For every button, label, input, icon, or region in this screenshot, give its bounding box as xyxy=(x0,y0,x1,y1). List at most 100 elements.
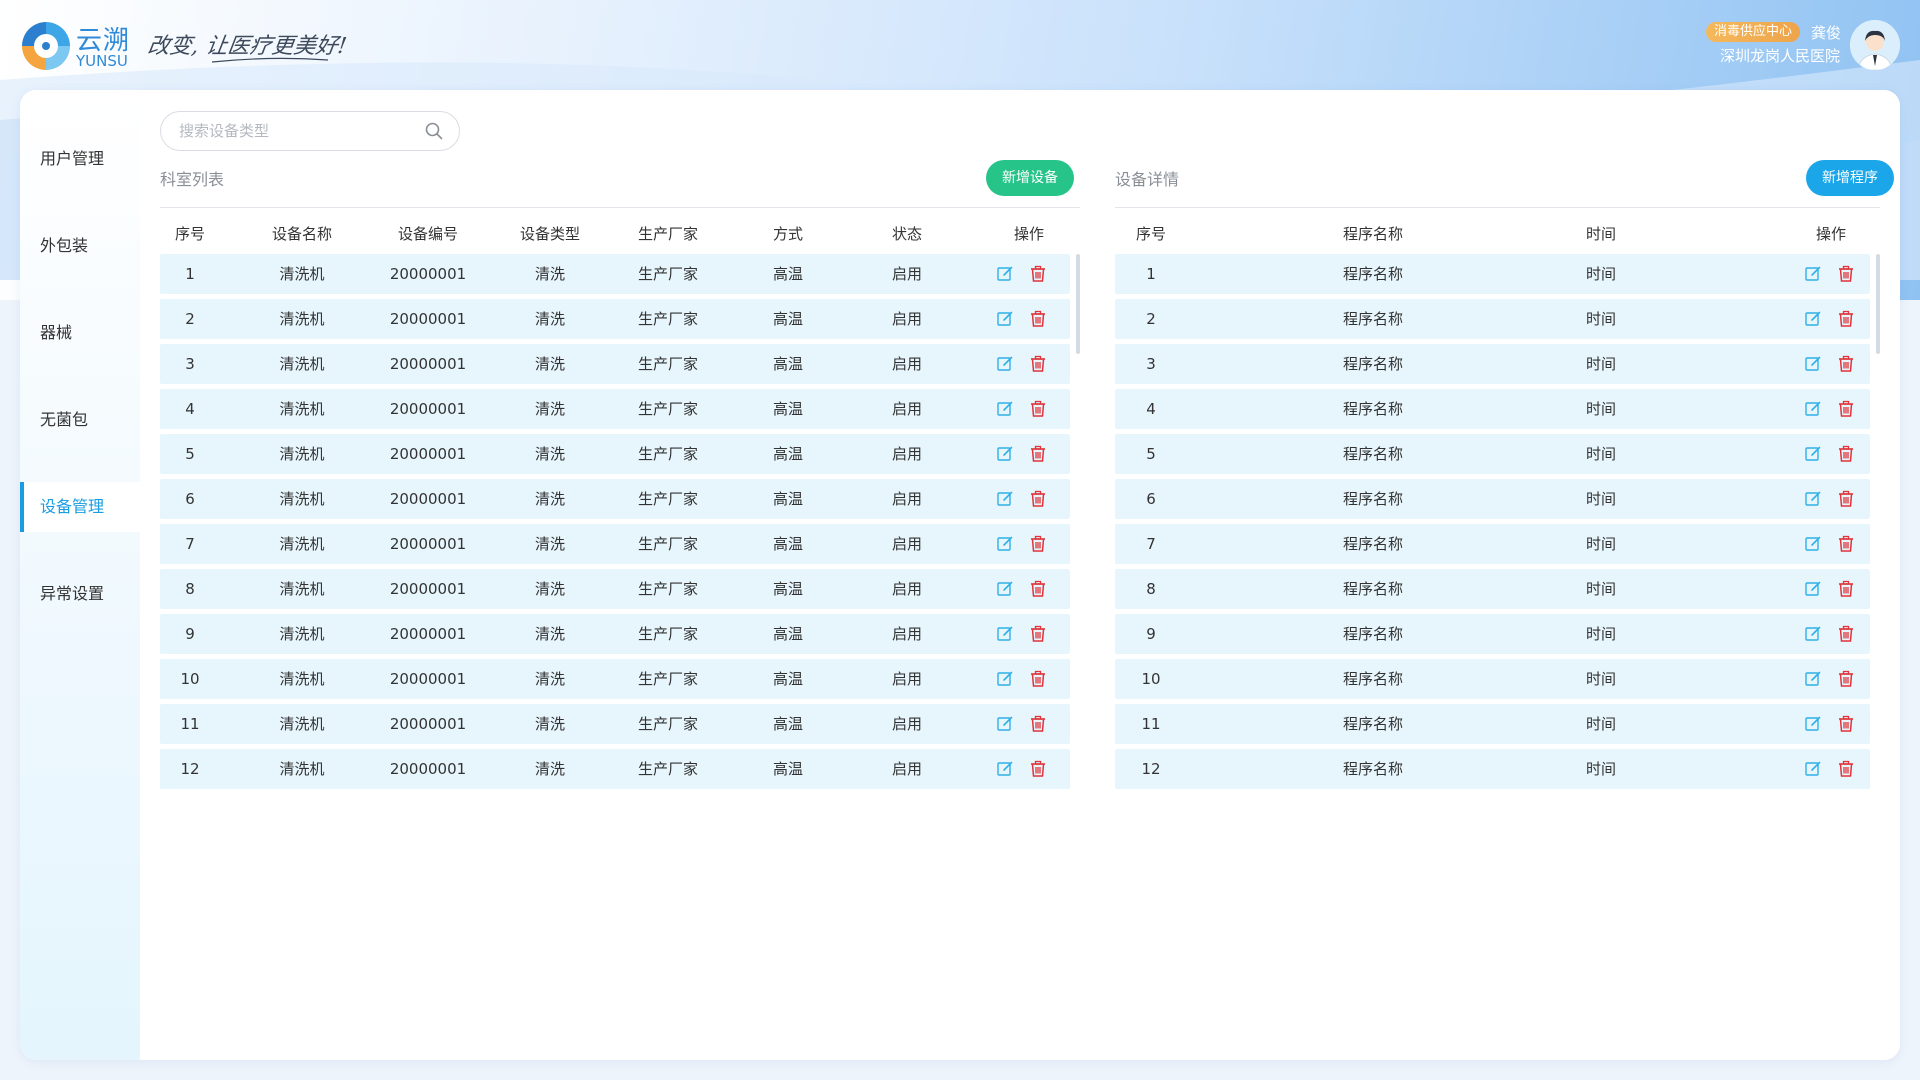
edit-icon[interactable] xyxy=(996,715,1014,733)
trash-icon[interactable] xyxy=(1837,535,1855,553)
add-program-button[interactable]: 新增程序 xyxy=(1806,160,1894,196)
edit-icon[interactable] xyxy=(996,490,1014,508)
sidebar-item-instruments[interactable]: 器械 xyxy=(20,308,140,358)
trash-icon[interactable] xyxy=(1837,670,1855,688)
table-row[interactable]: 2 清洗机 20000001 清洗 生产厂家 高温 启用 xyxy=(160,299,1070,339)
table-row[interactable]: 11 清洗机 20000001 清洗 生产厂家 高温 启用 xyxy=(160,704,1070,744)
trash-icon[interactable] xyxy=(1029,670,1047,688)
table-row[interactable]: 12 清洗机 20000001 清洗 生产厂家 高温 启用 xyxy=(160,749,1070,789)
column-header: 设备类型 xyxy=(519,225,581,243)
device-table-scrollbar[interactable] xyxy=(1076,254,1080,354)
trash-icon[interactable] xyxy=(1837,265,1855,283)
edit-icon[interactable] xyxy=(1804,310,1822,328)
table-row[interactable]: 4 程序名称 时间 xyxy=(1115,389,1870,429)
edit-icon[interactable] xyxy=(1804,580,1822,598)
trash-icon[interactable] xyxy=(1837,445,1855,463)
sidebar-item-outer-packaging[interactable]: 外包装 xyxy=(20,221,140,271)
edit-icon[interactable] xyxy=(996,535,1014,553)
table-cell-no: 10 xyxy=(1141,670,1161,688)
edit-icon[interactable] xyxy=(1804,355,1822,373)
table-cell-no: 5 xyxy=(1146,445,1156,463)
edit-icon[interactable] xyxy=(996,580,1014,598)
edit-icon[interactable] xyxy=(996,310,1014,328)
user-avatar[interactable] xyxy=(1850,20,1900,70)
table-row[interactable]: 2 程序名称 时间 xyxy=(1115,299,1870,339)
trash-icon[interactable] xyxy=(1029,715,1047,733)
table-row[interactable]: 11 程序名称 时间 xyxy=(1115,704,1870,744)
trash-icon[interactable] xyxy=(1029,535,1047,553)
edit-icon[interactable] xyxy=(1804,490,1822,508)
table-row[interactable]: 4 清洗机 20000001 清洗 生产厂家 高温 启用 xyxy=(160,389,1070,429)
table-cell-status: 启用 xyxy=(891,535,923,553)
table-cell-program: 程序名称 xyxy=(1342,310,1404,328)
table-row[interactable]: 10 清洗机 20000001 清洗 生产厂家 高温 启用 xyxy=(160,659,1070,699)
edit-icon[interactable] xyxy=(1804,265,1822,283)
trash-icon[interactable] xyxy=(1029,580,1047,598)
table-row[interactable]: 8 清洗机 20000001 清洗 生产厂家 高温 启用 xyxy=(160,569,1070,609)
table-row[interactable]: 7 清洗机 20000001 清洗 生产厂家 高温 启用 xyxy=(160,524,1070,564)
table-row[interactable]: 5 清洗机 20000001 清洗 生产厂家 高温 启用 xyxy=(160,434,1070,474)
trash-icon[interactable] xyxy=(1029,265,1047,283)
search-icon[interactable] xyxy=(425,122,443,140)
edit-icon[interactable] xyxy=(1804,760,1822,778)
trash-icon[interactable] xyxy=(1029,355,1047,373)
edit-icon[interactable] xyxy=(1804,535,1822,553)
table-row[interactable]: 10 程序名称 时间 xyxy=(1115,659,1870,699)
edit-icon[interactable] xyxy=(1804,625,1822,643)
table-row[interactable]: 8 程序名称 时间 xyxy=(1115,569,1870,609)
trash-icon[interactable] xyxy=(1837,715,1855,733)
trash-icon[interactable] xyxy=(1837,490,1855,508)
trash-icon[interactable] xyxy=(1029,760,1047,778)
sidebar-item-device-management[interactable]: 设备管理 xyxy=(20,482,140,532)
edit-icon[interactable] xyxy=(996,625,1014,643)
edit-icon[interactable] xyxy=(996,760,1014,778)
table-row[interactable]: 12 程序名称 时间 xyxy=(1115,749,1870,789)
table-row[interactable]: 9 清洗机 20000001 清洗 生产厂家 高温 启用 xyxy=(160,614,1070,654)
table-row[interactable]: 1 清洗机 20000001 清洗 生产厂家 高温 启用 xyxy=(160,254,1070,294)
trash-icon[interactable] xyxy=(1029,310,1047,328)
edit-icon[interactable] xyxy=(996,355,1014,373)
table-cell-no: 1 xyxy=(1146,265,1156,283)
edit-icon[interactable] xyxy=(996,445,1014,463)
table-cell-no: 11 xyxy=(1141,715,1161,733)
sidebar-item-exception-settings[interactable]: 异常设置 xyxy=(20,569,140,619)
edit-icon[interactable] xyxy=(1804,715,1822,733)
edit-icon[interactable] xyxy=(1804,445,1822,463)
table-row[interactable]: 3 清洗机 20000001 清洗 生产厂家 高温 启用 xyxy=(160,344,1070,384)
sidebar-item-sterile-pack[interactable]: 无菌包 xyxy=(20,395,140,445)
table-cell-maker: 生产厂家 xyxy=(637,625,699,643)
table-row[interactable]: 5 程序名称 时间 xyxy=(1115,434,1870,474)
edit-icon[interactable] xyxy=(1804,670,1822,688)
trash-icon[interactable] xyxy=(1837,580,1855,598)
trash-icon[interactable] xyxy=(1837,760,1855,778)
edit-icon[interactable] xyxy=(996,265,1014,283)
table-cell-no: 3 xyxy=(185,355,195,373)
edit-icon[interactable] xyxy=(996,400,1014,418)
table-cell-no: 2 xyxy=(185,310,195,328)
sidebar-item-user-management[interactable]: 用户管理 xyxy=(20,134,140,184)
trash-icon[interactable] xyxy=(1029,445,1047,463)
table-cell-name: 清洗机 xyxy=(279,265,325,283)
table-row[interactable]: 9 程序名称 时间 xyxy=(1115,614,1870,654)
edit-icon[interactable] xyxy=(996,670,1014,688)
add-device-button[interactable]: 新增设备 xyxy=(986,160,1074,196)
trash-icon[interactable] xyxy=(1837,400,1855,418)
table-row[interactable]: 6 清洗机 20000001 清洗 生产厂家 高温 启用 xyxy=(160,479,1070,519)
table-cell-name: 清洗机 xyxy=(279,715,325,733)
column-header: 程序名称 xyxy=(1342,225,1404,243)
trash-icon[interactable] xyxy=(1837,355,1855,373)
table-row[interactable]: 3 程序名称 时间 xyxy=(1115,344,1870,384)
table-row[interactable]: 7 程序名称 时间 xyxy=(1115,524,1870,564)
search-input[interactable] xyxy=(179,112,419,150)
table-row[interactable]: 1 程序名称 时间 xyxy=(1115,254,1870,294)
program-table-scrollbar[interactable] xyxy=(1876,254,1880,354)
trash-icon[interactable] xyxy=(1029,625,1047,643)
edit-icon[interactable] xyxy=(1804,400,1822,418)
table-cell-status: 启用 xyxy=(891,580,923,598)
trash-icon[interactable] xyxy=(1029,400,1047,418)
trash-icon[interactable] xyxy=(1029,490,1047,508)
table-row[interactable]: 6 程序名称 时间 xyxy=(1115,479,1870,519)
trash-icon[interactable] xyxy=(1837,310,1855,328)
table-cell-code: 20000001 xyxy=(389,265,467,283)
trash-icon[interactable] xyxy=(1837,625,1855,643)
